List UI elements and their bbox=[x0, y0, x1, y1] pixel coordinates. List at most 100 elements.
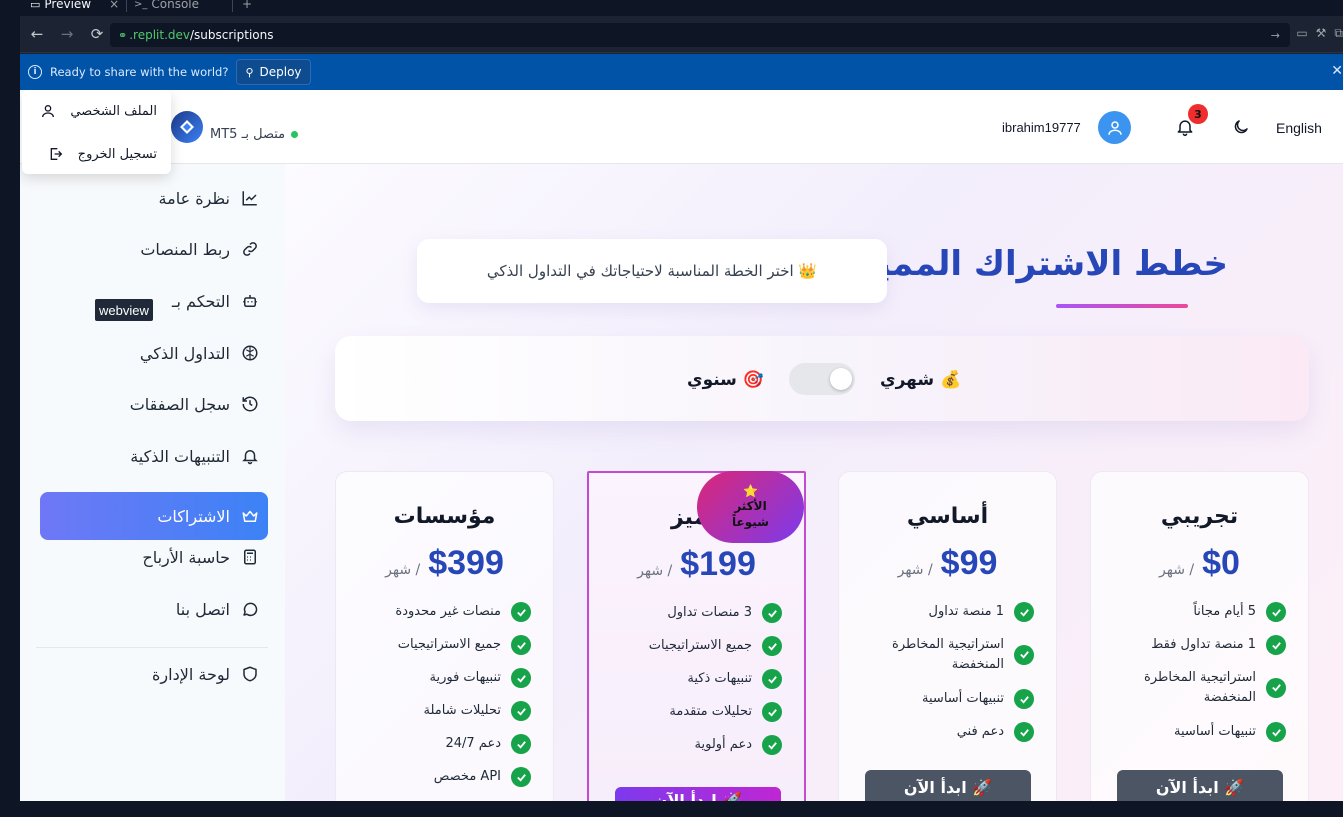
rocket-icon: ⚲ bbox=[245, 65, 254, 79]
billing-period-switch[interactable] bbox=[789, 363, 855, 395]
check-circle-icon bbox=[1266, 602, 1286, 622]
username[interactable]: ibrahim19777 bbox=[1002, 120, 1081, 135]
page-title: خطط الاشتراك المميزة bbox=[836, 244, 1228, 284]
sidebar-item-overview[interactable]: نظرة عامة bbox=[40, 174, 268, 222]
sidebar-divider bbox=[36, 647, 268, 648]
plan-feature-text: دعم فني bbox=[956, 724, 1004, 740]
plan-feature-text: 5 أيام مجاناً bbox=[1193, 604, 1256, 620]
close-icon[interactable]: ✕ bbox=[1331, 63, 1343, 79]
external-link-icon[interactable]: ⧉ bbox=[1334, 26, 1343, 41]
plan-price-row: $0 / شهر bbox=[1091, 544, 1308, 583]
sidebar-item-platforms[interactable]: ربط المنصات bbox=[40, 225, 268, 273]
sidebar-item-smart-alerts[interactable]: التنبيهات الذكية bbox=[40, 432, 268, 480]
start-now-button[interactable]: 🚀 ابدأ الآن bbox=[1117, 770, 1283, 801]
plan-price: $199 bbox=[680, 545, 756, 583]
plan-feature-text: جميع الاستراتيجيات bbox=[648, 638, 752, 654]
sidebar-item-contact[interactable]: اتصل بنا bbox=[40, 585, 268, 633]
billing-yearly-label[interactable]: 🎯 سنوي bbox=[687, 370, 764, 390]
moon-icon[interactable] bbox=[1232, 118, 1250, 136]
sidebar-item-label: نظرة عامة bbox=[158, 188, 230, 208]
sidebar-item-control[interactable]: التحكم بـ bbox=[40, 277, 268, 325]
plan-feature: API مخصص bbox=[351, 767, 531, 787]
tab-console-label: Console bbox=[151, 0, 200, 11]
plan-price: $0 bbox=[1202, 544, 1240, 582]
diamond-icon bbox=[180, 120, 194, 134]
sidebar-item-smart-trading[interactable]: التداول الذكي bbox=[40, 329, 268, 377]
deploy-button[interactable]: ⚲ Deploy bbox=[236, 59, 311, 85]
sidebar-item-admin[interactable]: لوحة الإدارة bbox=[40, 650, 268, 698]
check-circle-icon bbox=[762, 669, 782, 689]
plan-name: مؤسسات bbox=[393, 504, 496, 529]
plan-feature: دعم فني bbox=[854, 722, 1034, 742]
language-switch[interactable]: English bbox=[1276, 120, 1322, 136]
check-circle-icon bbox=[1266, 722, 1286, 742]
plan-period: / شهر bbox=[385, 562, 421, 578]
plan-feature-text: استراتيجية المخاطرة المنخفضة bbox=[1144, 670, 1256, 705]
devices-icon[interactable]: ▭ bbox=[1296, 26, 1307, 41]
plan-card-basic: أساسي $99 / شهر 1 منصة تداول استراتيجية … bbox=[838, 471, 1057, 801]
app-root: English 3 ibrahim19777 متصل بـ MT5 نظرة … bbox=[20, 90, 1343, 801]
plan-feature-text: جميع الاستراتيجيات bbox=[397, 637, 501, 653]
sidebar-item-profit-calculator[interactable]: حاسبة الأرباح bbox=[40, 533, 268, 581]
most-popular-label: شيوعاً bbox=[732, 514, 769, 529]
sidebar-item-label: ربط المنصات bbox=[140, 239, 230, 259]
start-now-button[interactable]: 🚀 ابدأ الآن bbox=[865, 770, 1031, 801]
most-popular-badge: ⭐ الأكثر شيوعاً bbox=[697, 471, 804, 543]
menu-item-logout[interactable]: تسجيل الخروج bbox=[48, 146, 157, 162]
workspace-tabbar: ▭ Preview × >_ Console + bbox=[0, 0, 1343, 16]
preview-urlbar: ← → ⟳ ⚭ .replit.dev/subscriptions → ▭ ⚒ … bbox=[20, 16, 1343, 53]
start-now-button[interactable]: 🚀 ابدأ الآن bbox=[615, 787, 781, 801]
forward-arrow-icon[interactable]: → bbox=[56, 23, 78, 45]
check-circle-icon bbox=[762, 636, 782, 656]
calculator-icon bbox=[240, 547, 260, 567]
url-input[interactable]: ⚭ .replit.dev/subscriptions → bbox=[110, 23, 1290, 47]
app-topbar: English 3 ibrahim19777 متصل بـ MT5 bbox=[20, 90, 1343, 164]
workspace-left-edge bbox=[0, 16, 20, 817]
plan-feature: دعم أولوية bbox=[602, 735, 782, 755]
webview-tooltip: webview bbox=[95, 299, 153, 321]
plan-feature-text: 3 منصات تداول bbox=[667, 605, 752, 621]
menu-item-profile-label: الملف الشخصي bbox=[70, 103, 157, 119]
sidebar-item-label: الاشتراكات bbox=[157, 506, 230, 526]
reload-icon[interactable]: ⟳ bbox=[86, 23, 108, 45]
plan-feature-text: تنبيهات ذكية bbox=[687, 671, 752, 687]
plan-period: / شهر bbox=[637, 563, 673, 579]
user-dropdown-menu: الملف الشخصي تسجيل الخروج bbox=[22, 90, 171, 174]
plan-feature-text: تنبيهات فورية bbox=[429, 670, 501, 686]
crown-icon bbox=[240, 506, 260, 526]
plan-card-trial: تجريبي $0 / شهر 5 أيام مجاناً 1 منصة تدا… bbox=[1090, 471, 1309, 801]
start-now-label: 🚀 ابدأ الآن bbox=[903, 777, 993, 797]
tab-divider bbox=[232, 0, 233, 12]
plan-feature: 5 أيام مجاناً bbox=[1106, 602, 1286, 622]
plan-feature: تنبيهات ذكية bbox=[602, 669, 782, 689]
wrench-icon[interactable]: ⚒ bbox=[1316, 26, 1327, 41]
sidebar-item-trade-history[interactable]: سجل الصفقات bbox=[40, 380, 268, 428]
menu-item-profile[interactable]: الملف الشخصي bbox=[40, 103, 157, 119]
tab-console[interactable]: >_ Console bbox=[134, 0, 199, 14]
back-arrow-icon[interactable]: ← bbox=[26, 23, 48, 45]
open-arrow-icon[interactable]: → bbox=[1271, 29, 1280, 42]
star-icon: ⭐ bbox=[743, 483, 758, 498]
status-dot bbox=[291, 131, 299, 138]
plan-price: $99 bbox=[940, 544, 998, 582]
plan-feature-text: دعم أولوية bbox=[694, 737, 752, 753]
subscriptions-page: خطط الاشتراك المميزة 👑 اختر الخطة المناس… bbox=[285, 164, 1343, 801]
close-icon[interactable]: × bbox=[109, 0, 119, 11]
plan-card-premium: مميز $199 / شهر ⭐ الأكثر شيوعاً 3 منصات … bbox=[587, 471, 806, 801]
billing-monthly-label[interactable]: 💰 شهري bbox=[880, 370, 961, 390]
plan-feature-text: استراتيجية المخاطرة المنخفضة bbox=[892, 637, 1004, 672]
check-circle-icon bbox=[1014, 602, 1034, 622]
new-tab-button[interactable]: + bbox=[242, 0, 252, 14]
avatar[interactable] bbox=[1098, 111, 1131, 144]
sidebar-item-label: التحكم بـ bbox=[171, 291, 230, 311]
monitor-icon: ▭ bbox=[30, 0, 41, 11]
url-host: .replit.dev bbox=[129, 28, 190, 42]
plan-feature-text: API مخصص bbox=[433, 769, 501, 785]
bell-icon bbox=[240, 446, 260, 466]
tab-preview[interactable]: ▭ Preview × bbox=[30, 0, 119, 14]
plan-feature: تنبيهات أساسية bbox=[1106, 722, 1286, 742]
terminal-icon: >_ bbox=[134, 0, 148, 10]
plan-feature: تحليلات متقدمة bbox=[602, 702, 782, 722]
plan-feature: دعم 24/7 bbox=[351, 734, 531, 754]
sidebar-item-label: لوحة الإدارة bbox=[152, 664, 230, 684]
